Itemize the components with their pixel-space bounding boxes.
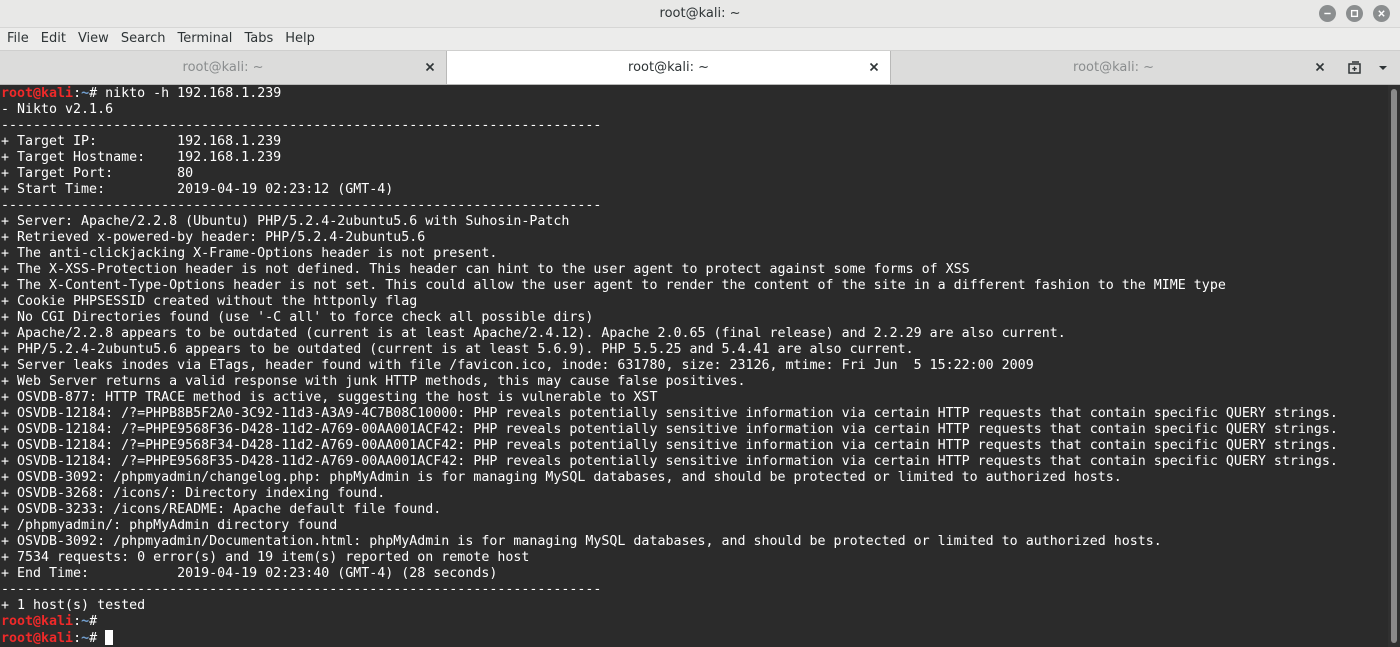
- tab-actions: [1346, 59, 1392, 77]
- close-icon: [1315, 62, 1325, 72]
- minimize-button[interactable]: [1319, 5, 1336, 22]
- new-tab-button[interactable]: [1346, 59, 1364, 77]
- maximize-button[interactable]: [1346, 5, 1363, 22]
- output-line: + 7534 requests: 0 error(s) and 19 item(…: [1, 550, 530, 565]
- output-line: + OSVDB-3268: /icons/: Directory indexin…: [1, 486, 386, 501]
- window-controls: [1319, 5, 1390, 22]
- output-line: + Start Time: 2019-04-19 02:23:12 (GMT-4…: [1, 182, 394, 197]
- prompt-symbol: #: [89, 614, 106, 629]
- tab-bar: root@kali: ~ root@kali: ~ root@kali: ~: [0, 50, 1400, 85]
- tab-1[interactable]: root@kali: ~: [0, 51, 446, 84]
- menu-bar: File Edit View Search Terminal Tabs Help: [0, 28, 1400, 50]
- command-output: - Nikto v2.1.6 --------------------------…: [0, 102, 1388, 614]
- output-line: + End Time: 2019-04-19 02:23:40 (GMT-4) …: [1, 566, 498, 581]
- menu-terminal[interactable]: Terminal: [172, 28, 237, 50]
- chevron-down-icon: [1379, 66, 1387, 70]
- tab-close-button[interactable]: [868, 61, 880, 73]
- output-line: ----------------------------------------…: [1, 582, 602, 597]
- output-line: + Target Hostname: 192.168.1.239: [1, 150, 282, 165]
- prompt-symbol: #: [89, 631, 106, 646]
- output-line: ----------------------------------------…: [1, 118, 602, 133]
- window-title: root@kali: ~: [659, 6, 741, 21]
- output-line: + OSVDB-3092: /phpmyadmin/Documentation.…: [1, 534, 1162, 549]
- prompt-separator: :: [73, 614, 82, 629]
- text-cursor: [105, 630, 114, 645]
- tab-label: root@kali: ~: [182, 60, 264, 75]
- tab-3[interactable]: root@kali: ~: [891, 51, 1336, 84]
- scrollbar-thumb[interactable]: [1391, 89, 1397, 643]
- terminal-output[interactable]: root@kali:~# nikto -h 192.168.1.239 - Ni…: [0, 85, 1388, 647]
- prompt-separator: :: [73, 86, 82, 101]
- output-line: + The anti-clickjacking X-Frame-Options …: [1, 246, 498, 261]
- output-line: + OSVDB-12184: /?=PHPE9568F34-D428-11d2-…: [1, 438, 1338, 453]
- menu-view[interactable]: View: [73, 28, 114, 50]
- prompt-line-current: root@kali:~#: [0, 630, 1388, 646]
- tab-label: root@kali: ~: [1073, 60, 1154, 75]
- menu-search[interactable]: Search: [116, 28, 171, 50]
- output-line: + PHP/5.2.4-2ubuntu5.6 appears to be out…: [1, 342, 914, 357]
- scrollbar[interactable]: [1388, 85, 1400, 647]
- close-icon: [869, 62, 879, 72]
- output-line: + 1 host(s) tested: [1, 598, 146, 613]
- command-text: nikto -h 192.168.1.239: [105, 86, 282, 101]
- output-line: + Cookie PHPSESSID created without the h…: [1, 294, 418, 309]
- output-line: + OSVDB-3092: /phpmyadmin/changelog.php:…: [1, 470, 1122, 485]
- tabs-dropdown-button[interactable]: [1374, 59, 1392, 77]
- tab-close-button[interactable]: [424, 61, 436, 73]
- close-window-button[interactable]: [1373, 5, 1390, 22]
- prompt-path: ~: [81, 614, 90, 629]
- output-line: + OSVDB-3233: /icons/README: Apache defa…: [1, 502, 442, 517]
- close-icon: [1378, 10, 1385, 17]
- output-line: + /phpmyadmin/: phpMyAdmin directory fou…: [1, 518, 338, 533]
- menu-help[interactable]: Help: [280, 28, 320, 50]
- menu-edit[interactable]: Edit: [36, 28, 71, 50]
- close-icon: [425, 62, 435, 72]
- output-line: + Server leaks inodes via ETags, header …: [1, 358, 1034, 373]
- prompt-separator: :: [73, 631, 82, 646]
- output-line: + The X-XSS-Protection header is not def…: [1, 262, 970, 277]
- output-line: + No CGI Directories found (use '-C all'…: [1, 310, 594, 325]
- prompt-path: ~: [81, 86, 90, 101]
- output-line: + OSVDB-12184: /?=PHPB8B5F2A0-3C92-11d3-…: [1, 406, 1338, 421]
- output-line: + OSVDB-12184: /?=PHPE9568F36-D428-11d2-…: [1, 422, 1338, 437]
- window-titlebar: root@kali: ~: [0, 0, 1400, 28]
- output-line: + The X-Content-Type-Options header is n…: [1, 278, 1226, 293]
- output-line: + OSVDB-12184: /?=PHPE9568F35-D428-11d2-…: [1, 454, 1338, 469]
- prompt-user: root@kali: [1, 614, 74, 629]
- minimize-icon: [1324, 12, 1331, 15]
- output-line: + Web Server returns a valid response wi…: [1, 374, 746, 389]
- output-line: + Apache/2.2.8 appears to be outdated (c…: [1, 326, 1066, 341]
- output-line: + OSVDB-877: HTTP TRACE method is active…: [1, 390, 658, 405]
- maximize-icon: [1350, 9, 1359, 18]
- tab-close-button[interactable]: [1314, 61, 1326, 73]
- output-line: + Target IP: 192.168.1.239: [1, 134, 282, 149]
- new-tab-icon: [1348, 61, 1361, 74]
- menu-tabs[interactable]: Tabs: [239, 28, 278, 50]
- output-line: + Retrieved x-powered-by header: PHP/5.2…: [1, 230, 426, 245]
- output-line: ----------------------------------------…: [1, 198, 602, 213]
- prompt-user: root@kali: [1, 631, 74, 646]
- prompt-user: root@kali: [1, 86, 74, 101]
- prompt-line: root@kali:~#: [0, 614, 1388, 630]
- prompt-symbol: #: [89, 86, 106, 101]
- output-line: + Server: Apache/2.2.8 (Ubuntu) PHP/5.2.…: [1, 214, 570, 229]
- tab-2[interactable]: root@kali: ~: [446, 51, 891, 84]
- output-line: + Target Port: 80: [1, 166, 194, 181]
- tab-label: root@kali: ~: [628, 60, 709, 75]
- output-line: - Nikto v2.1.6: [1, 102, 114, 117]
- prompt-path: ~: [81, 631, 90, 646]
- command-line: root@kali:~# nikto -h 192.168.1.239: [0, 86, 1388, 102]
- menu-file[interactable]: File: [2, 28, 34, 50]
